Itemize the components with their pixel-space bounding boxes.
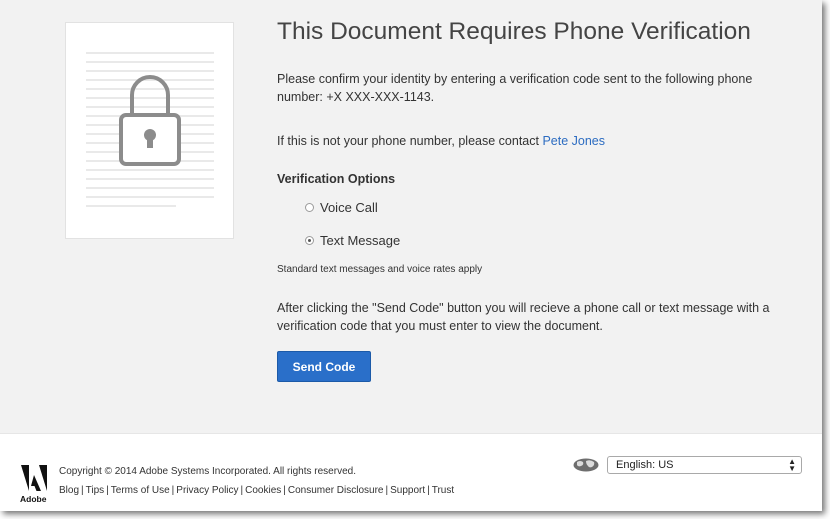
logo-text: Adobe — [20, 494, 47, 504]
link-separator: | — [106, 485, 109, 496]
send-code-button[interactable]: Send Code — [277, 351, 371, 382]
footer-link-tips[interactable]: Tips — [86, 485, 105, 496]
option-voice-call[interactable]: Voice Call — [305, 200, 378, 215]
lock-document-icon — [65, 22, 234, 239]
select-arrows-icon: ▲ ▼ — [788, 457, 796, 473]
contact-prefix: If this is not your phone number, please… — [277, 134, 543, 148]
intro-text: Please confirm your identity by entering… — [277, 72, 753, 104]
text-message-radio[interactable] — [305, 236, 314, 245]
footer-link-consumer-disclosure[interactable]: Consumer Disclosure — [288, 485, 384, 496]
voice-call-label: Voice Call — [320, 200, 378, 215]
link-separator: | — [283, 485, 286, 496]
link-separator: | — [81, 485, 84, 496]
copyright-text: Copyright © 2014 Adobe Systems Incorpora… — [59, 466, 356, 477]
link-separator: | — [427, 485, 430, 496]
page-title: This Document Requires Phone Verificatio… — [277, 18, 751, 45]
footer-links: Blog | Tips | Terms of Use | Privacy Policy | Co… — [59, 485, 454, 496]
footer-link-terms[interactable]: Terms of Use — [111, 485, 170, 496]
footer: Adobe Copyright © 2014 Adobe Systems Inc… — [0, 433, 822, 511]
language-value: English: US — [616, 459, 674, 471]
instructions-text: After clicking the "Send Code" button yo… — [277, 301, 770, 333]
footer-link-blog[interactable]: Blog — [59, 485, 79, 496]
footer-link-privacy[interactable]: Privacy Policy — [176, 485, 238, 496]
contact-link[interactable]: Pete Jones — [542, 134, 605, 148]
verification-panel: This Document Requires Phone Verificatio… — [0, 0, 822, 433]
footer-link-support[interactable]: Support — [390, 485, 425, 496]
globe-icon — [573, 458, 599, 472]
contact-text: If this is not your phone number, please… — [277, 132, 605, 150]
language-select[interactable]: English: US ▲ ▼ — [607, 456, 802, 474]
app-window: This Document Requires Phone Verificatio… — [0, 0, 822, 511]
footer-link-cookies[interactable]: Cookies — [245, 485, 281, 496]
voice-call-radio[interactable] — [305, 203, 314, 212]
rates-note: Standard text messages and voice rates a… — [277, 264, 483, 275]
text-message-label: Text Message — [320, 233, 401, 248]
option-text-message[interactable]: Text Message — [305, 233, 400, 248]
adobe-logo: Adobe — [20, 464, 48, 504]
verification-options-heading: Verification Options — [277, 172, 396, 186]
footer-link-trust[interactable]: Trust — [432, 485, 454, 496]
verification-content: This Document Requires Phone Verificatio… — [277, 16, 797, 382]
